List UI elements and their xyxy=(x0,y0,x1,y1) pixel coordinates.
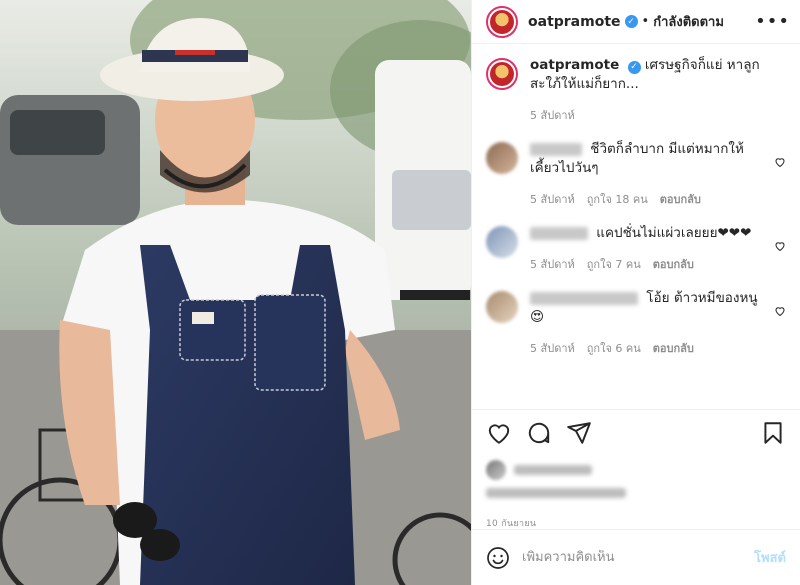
reply-button[interactable]: ตอบกลับ xyxy=(660,190,701,208)
post-details-panel: oatpramote ✓ • กำลังติดตาม ••• oatpramot… xyxy=(471,0,800,585)
comment-likes[interactable]: ถูกใจ 6 คน xyxy=(587,339,641,357)
reply-button[interactable]: ตอบกลับ xyxy=(653,255,694,273)
heart-icon[interactable] xyxy=(486,420,512,446)
commenter-avatar[interactable] xyxy=(486,226,518,258)
comment-item: ชีวิตก็ลำบาก มีแต่หมากให้เคี้ยวไปวันๆ 5 … xyxy=(486,140,786,208)
smile-icon[interactable] xyxy=(486,546,510,570)
likes-summary-blurred[interactable] xyxy=(472,450,800,510)
commenter-username-blurred[interactable] xyxy=(530,226,588,240)
comment-icon[interactable] xyxy=(526,420,552,446)
photo-illustration xyxy=(0,0,471,585)
comment-timestamp[interactable]: 5 สัปดาห์ xyxy=(530,190,575,208)
liker-name-blurred xyxy=(514,465,592,475)
commenter-username-blurred[interactable] xyxy=(530,142,582,156)
post-comment-button[interactable]: โพสต์ xyxy=(754,547,786,568)
commenter-username-blurred[interactable] xyxy=(530,291,638,305)
following-button[interactable]: กำลังติดตาม xyxy=(653,11,724,32)
share-icon[interactable] xyxy=(566,420,592,446)
caption-timestamp[interactable]: 5 สัปดาห์ xyxy=(530,106,575,124)
comment-input[interactable] xyxy=(522,550,755,565)
comments-list[interactable]: oatpramote ✓ เศรษฐกิจก็แย่ หาลูกสะใภ้ให้… xyxy=(472,44,800,410)
bookmark-icon[interactable] xyxy=(760,420,786,446)
commenter-avatar[interactable] xyxy=(486,291,518,323)
comment-likes[interactable]: ถูกใจ 18 คน xyxy=(587,190,648,208)
comment-emoji: 😍 xyxy=(530,309,545,325)
heart-icon[interactable] xyxy=(774,305,786,317)
heart-icon[interactable] xyxy=(774,240,786,252)
verified-badge-icon: ✓ xyxy=(624,15,638,28)
reply-button[interactable]: ตอบกลับ xyxy=(653,339,694,357)
commenter-avatar[interactable] xyxy=(486,142,518,174)
heart-icon[interactable] xyxy=(774,156,786,168)
post-header: oatpramote ✓ • กำลังติดตาม ••• xyxy=(472,0,800,44)
post-date[interactable]: 10 กันยายน xyxy=(472,516,800,530)
caption: oatpramote ✓ เศรษฐกิจก็แย่ หาลูกสะใภ้ให้… xyxy=(486,56,786,124)
action-bar xyxy=(472,410,800,450)
liker-avatar xyxy=(486,460,506,480)
author-avatar[interactable] xyxy=(486,5,518,38)
comment-text: แคปชั่นไม่แผ่วเลยยย❤❤❤ xyxy=(596,225,752,241)
comment-item: แคปชั่นไม่แผ่วเลยยย❤❤❤ 5 สัปดาห์ ถูกใจ 7… xyxy=(486,224,786,273)
caption-author-avatar[interactable] xyxy=(486,58,518,90)
author-username[interactable]: oatpramote xyxy=(528,14,621,30)
comment-timestamp[interactable]: 5 สัปดาห์ xyxy=(530,255,575,273)
comment-timestamp[interactable]: 5 สัปดาห์ xyxy=(530,339,575,357)
comment-item: โอ้ย ต้าวหมีของหนู 😍 5 สัปดาห์ ถูกใจ 6 ค… xyxy=(486,289,786,357)
separator-dot: • xyxy=(641,14,650,29)
comment-likes[interactable]: ถูกใจ 7 คน xyxy=(587,255,641,273)
add-comment-bar: โพสต์ xyxy=(472,529,800,585)
comment-text: โอ้ย ต้าวหมีของหนู xyxy=(646,290,758,306)
more-options-icon[interactable]: ••• xyxy=(755,11,790,32)
likes-count-blurred xyxy=(486,488,626,498)
post-photo[interactable] xyxy=(0,0,471,585)
caption-username[interactable]: oatpramote xyxy=(530,57,619,73)
verified-badge-icon: ✓ xyxy=(627,61,641,74)
